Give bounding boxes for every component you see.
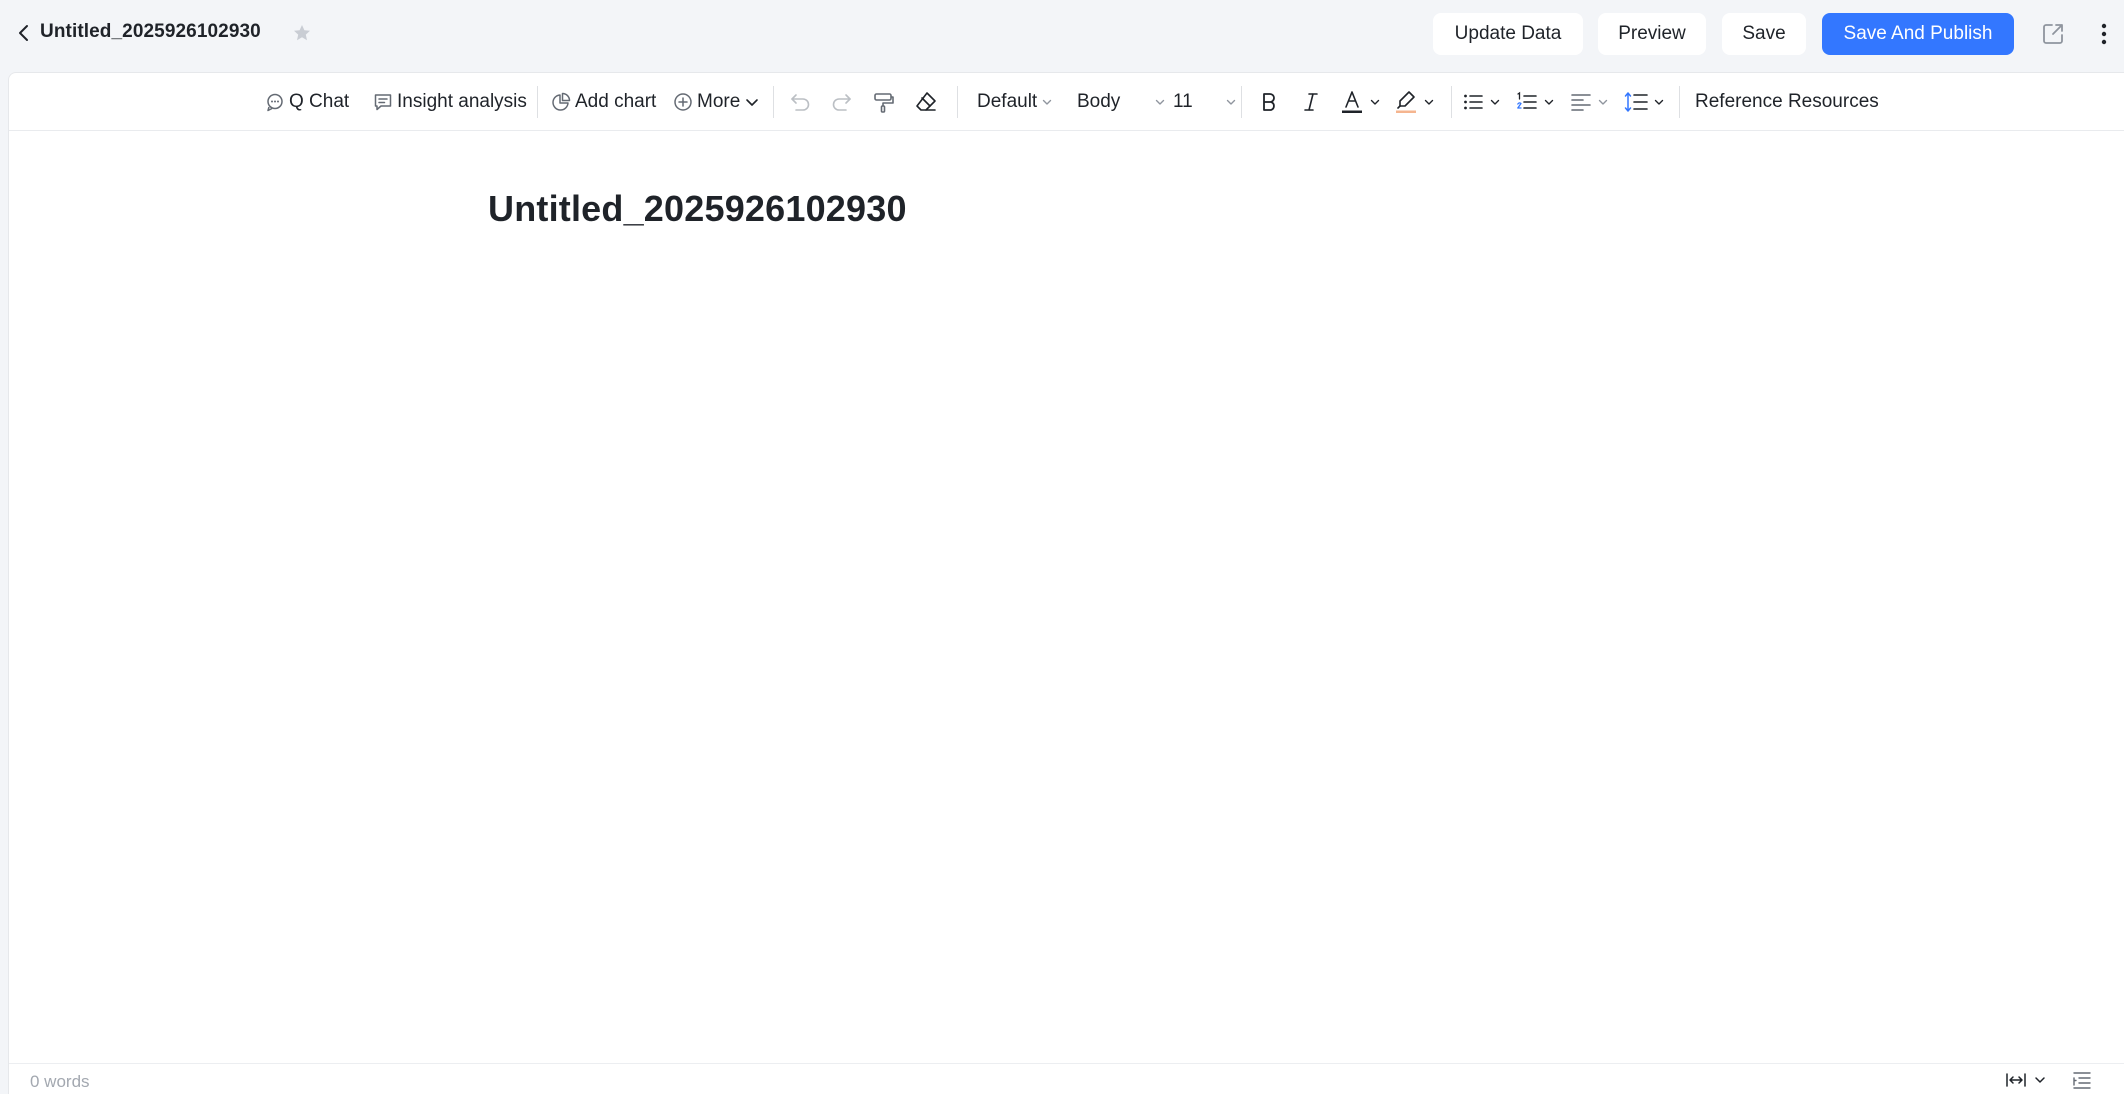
save-and-publish-button[interactable]: Save And Publish — [1822, 13, 2014, 55]
reference-resources-label: Reference Resources — [1695, 91, 1879, 112]
align-button[interactable] — [1569, 85, 1609, 119]
page-width-button[interactable] — [2005, 1068, 2047, 1092]
toolbar-divider — [537, 86, 538, 118]
chevron-down-icon — [1490, 99, 1500, 105]
share-icon[interactable] — [2040, 21, 2066, 47]
numbered-list-button[interactable] — [1515, 85, 1555, 119]
bullet-list-button[interactable] — [1461, 85, 1501, 119]
more-vertical-icon[interactable] — [2092, 20, 2116, 48]
q-chat-button[interactable]: Q Chat — [265, 85, 349, 119]
format-painter-button[interactable] — [871, 85, 897, 119]
outline-icon — [2073, 1072, 2091, 1089]
toolbar-divider — [957, 86, 958, 118]
word-count: 0 words — [30, 1072, 90, 1091]
font-color-icon — [1342, 91, 1362, 113]
bold-button[interactable] — [1257, 85, 1281, 119]
insight-icon — [374, 94, 392, 111]
font-family-select[interactable]: Default — [977, 85, 1053, 119]
bold-icon — [1263, 93, 1275, 111]
numbered-list-icon — [1517, 91, 1537, 109]
font-family-value: Default — [977, 91, 1038, 112]
line-spacing-button[interactable] — [1623, 85, 1665, 119]
chevron-down-icon — [1654, 99, 1664, 105]
star-icon[interactable] — [290, 21, 314, 45]
pie-chart-icon — [552, 92, 571, 111]
highlight-button[interactable] — [1393, 85, 1435, 119]
chevron-down-icon — [1544, 99, 1554, 105]
bullet-list-icon — [1464, 94, 1483, 110]
italic-button[interactable] — [1299, 85, 1323, 119]
eraser-icon — [916, 92, 936, 111]
font-color-button[interactable] — [1339, 85, 1381, 119]
editor-toolbar: Q Chat Insight analysis Add chart More D… — [9, 73, 2124, 131]
toolbar-divider — [1679, 86, 1680, 118]
add-chart-label: Add chart — [575, 91, 657, 112]
toolbar-divider — [1241, 86, 1242, 118]
redo-button[interactable] — [829, 85, 855, 119]
chevron-down-icon — [746, 99, 759, 106]
preview-button[interactable]: Preview — [1598, 13, 1706, 55]
more-label: More — [697, 91, 741, 112]
format-painter-icon — [874, 93, 894, 113]
add-chart-button[interactable]: Add chart — [551, 85, 656, 119]
undo-icon — [791, 94, 810, 111]
outline-button[interactable] — [2069, 1068, 2095, 1092]
redo-icon — [832, 94, 851, 111]
chevron-down-icon — [1598, 99, 1608, 105]
save-button[interactable]: Save — [1722, 13, 1806, 55]
clear-format-button[interactable] — [913, 85, 939, 119]
document-heading[interactable]: Untitled_2025926102930 — [488, 188, 907, 230]
paragraph-style-select[interactable]: Body — [1077, 85, 1166, 119]
insight-analysis-button[interactable]: Insight analysis — [373, 85, 527, 119]
plus-circle-icon — [674, 93, 692, 111]
fit-width-icon — [2006, 1073, 2026, 1087]
align-left-icon — [1571, 94, 1591, 111]
update-data-button[interactable]: Update Data — [1433, 13, 1583, 55]
chevron-down-icon — [2035, 1077, 2045, 1083]
font-size-select[interactable]: 11 — [1173, 85, 1237, 119]
toolbar-divider — [773, 86, 774, 118]
reference-resources-button[interactable]: Reference Resources — [1695, 85, 1879, 119]
line-spacing-icon — [1624, 92, 1648, 112]
q-chat-icon — [267, 93, 283, 112]
paragraph-style-value: Body — [1077, 91, 1121, 112]
chevron-down-icon — [1043, 99, 1052, 105]
undo-button[interactable] — [787, 85, 813, 119]
chevron-down-icon — [1156, 99, 1165, 105]
q-chat-label: Q Chat — [289, 91, 350, 112]
chevron-down-icon — [1424, 99, 1434, 105]
font-size-value: 11 — [1173, 91, 1193, 112]
italic-icon — [1304, 93, 1318, 111]
top-bar: Untitled_2025926102930 Update Data Previ… — [0, 0, 2124, 68]
insight-analysis-label: Insight analysis — [397, 91, 527, 112]
chevron-down-icon — [1226, 99, 1235, 105]
back-icon[interactable] — [12, 20, 36, 46]
highlight-icon — [1396, 91, 1416, 113]
status-bar: 0 words — [9, 1063, 2124, 1094]
toolbar-divider — [1451, 86, 1452, 118]
editor-panel: Q Chat Insight analysis Add chart More D… — [8, 72, 2124, 1094]
more-button[interactable]: More — [673, 85, 760, 119]
document-title[interactable]: Untitled_2025926102930 — [40, 21, 261, 43]
chevron-down-icon — [1370, 99, 1380, 105]
